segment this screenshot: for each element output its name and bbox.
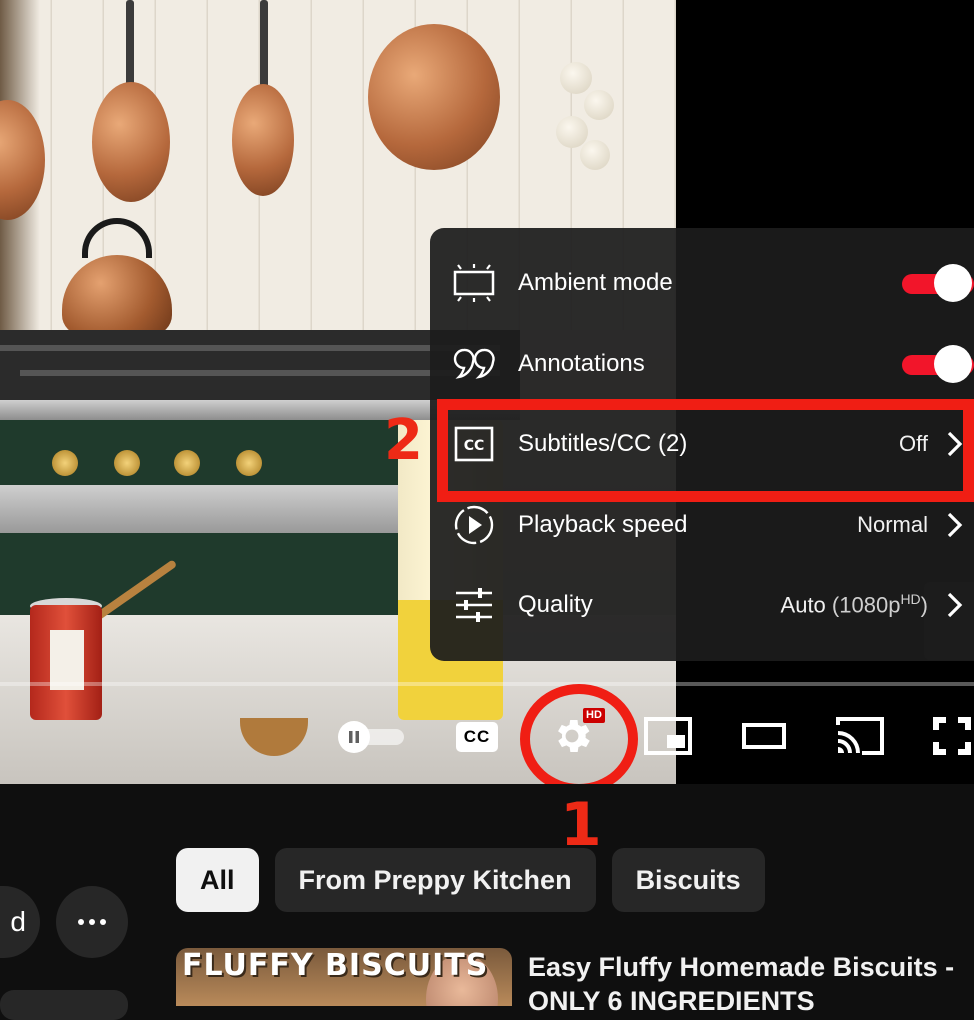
more-dots-icon bbox=[78, 919, 84, 925]
subtitles-button[interactable]: CC bbox=[454, 720, 500, 754]
ambient-mode-icon bbox=[452, 261, 496, 305]
annotations-toggle[interactable] bbox=[900, 345, 974, 383]
menu-item-label: Playback speed bbox=[518, 511, 688, 538]
theater-mode-icon bbox=[742, 723, 786, 749]
video-thumbnail[interactable]: FLUFFY BISCUITS bbox=[176, 948, 512, 1006]
miniplayer-button[interactable] bbox=[640, 712, 696, 760]
partial-description-box[interactable] bbox=[0, 990, 128, 1020]
stove-knob bbox=[236, 450, 262, 476]
partial-action-label: d bbox=[10, 906, 26, 937]
stove-knob bbox=[52, 450, 78, 476]
miniplayer-icon bbox=[644, 717, 692, 755]
playback-speed-icon bbox=[452, 503, 496, 547]
toggle-knob bbox=[934, 345, 972, 383]
stove-grate-2 bbox=[20, 370, 500, 376]
cast-icon bbox=[836, 717, 884, 755]
menu-item-ambient-mode[interactable]: Ambient mode bbox=[430, 243, 974, 323]
cast-button[interactable] bbox=[832, 712, 888, 760]
copper-pan-2 bbox=[92, 82, 170, 202]
stove-knob bbox=[114, 450, 140, 476]
playback-speed-value: Normal bbox=[857, 512, 928, 537]
stove-knob bbox=[174, 450, 200, 476]
menu-item-quality[interactable]: Quality Auto (1080pHD) bbox=[430, 565, 974, 645]
quality-value-detail: (1080p bbox=[831, 592, 901, 618]
copper-pot bbox=[368, 24, 500, 170]
menu-item-label: Ambient mode bbox=[518, 269, 673, 296]
garlic-4 bbox=[580, 140, 610, 170]
annotations-icon bbox=[452, 342, 496, 386]
copper-pan-3 bbox=[232, 84, 294, 196]
can-label bbox=[50, 630, 84, 690]
theater-mode-button[interactable] bbox=[740, 718, 788, 754]
quality-value-close: ) bbox=[920, 592, 928, 618]
annotation-highlight-subtitles bbox=[437, 399, 974, 502]
more-actions-button[interactable] bbox=[56, 886, 128, 958]
cc-icon: CC bbox=[456, 722, 498, 752]
garlic-1 bbox=[560, 62, 592, 94]
chip-all[interactable]: All bbox=[176, 848, 259, 912]
chevron-right-icon bbox=[947, 592, 963, 618]
more-dots-icon bbox=[89, 919, 95, 925]
quality-value: Auto (1080pHD) bbox=[781, 591, 928, 618]
annotation-circle-settings bbox=[520, 684, 638, 784]
menu-item-label: Quality bbox=[518, 591, 593, 618]
quality-hd-sup: HD bbox=[900, 591, 921, 608]
toggle-knob bbox=[934, 264, 972, 302]
partial-action-button[interactable]: d bbox=[0, 886, 40, 958]
menu-item-label: Annotations bbox=[518, 350, 645, 377]
video-title[interactable]: Easy Fluffy Homemade Biscuits - ONLY 6 I… bbox=[528, 950, 968, 1018]
autoplay-toggle[interactable] bbox=[338, 721, 406, 753]
thumbnail-text: FLUFFY BISCUITS bbox=[182, 948, 489, 983]
chevron-right-icon bbox=[947, 512, 963, 538]
chip-biscuits[interactable]: Biscuits bbox=[611, 848, 765, 912]
more-dots-icon bbox=[100, 919, 106, 925]
quality-value-main: Auto bbox=[780, 592, 826, 618]
menu-item-annotations[interactable]: Annotations bbox=[430, 324, 974, 404]
chip-from-preppy-kitchen[interactable]: From Preppy Kitchen bbox=[274, 848, 596, 912]
annotation-number-2: 2 bbox=[384, 408, 423, 473]
progress-bar[interactable] bbox=[0, 682, 974, 686]
fullscreen-icon bbox=[933, 717, 971, 755]
pause-icon bbox=[338, 721, 370, 753]
fullscreen-button[interactable] bbox=[930, 712, 974, 760]
video-player[interactable]: CC HD Ambient mode Annotations CC Subtit… bbox=[0, 0, 974, 784]
related-filter-chips: All From Preppy Kitchen Biscuits bbox=[176, 848, 765, 912]
quality-sliders-icon bbox=[452, 583, 496, 627]
ambient-mode-toggle[interactable] bbox=[900, 264, 974, 302]
stove-grate bbox=[0, 345, 500, 351]
garlic-2 bbox=[584, 90, 614, 120]
garlic-3 bbox=[556, 116, 588, 148]
